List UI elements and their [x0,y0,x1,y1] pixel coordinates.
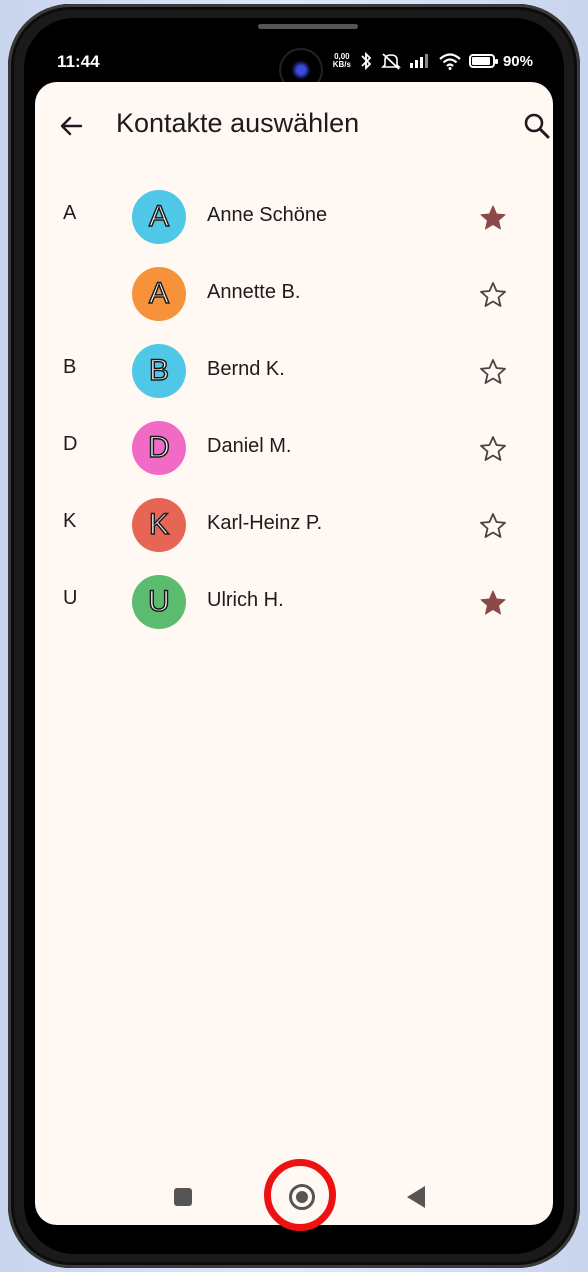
contact-avatar: A [132,267,186,321]
section-letter: D [63,433,78,455]
section-letter: B [63,356,77,378]
status-icons: 0,00 KB/s 90% [333,52,533,70]
contact-name: Daniel M. [207,435,292,457]
contact-avatar: D [132,421,186,475]
battery-icon [468,54,498,68]
section-letter: K [63,510,77,532]
contact-avatar: B [132,344,186,398]
page-title: Kontakte auswählen [116,108,360,138]
app-bar: Kontakte auswählen [35,82,553,170]
battery-percent: 90% [502,52,533,70]
back-arrow-icon[interactable] [55,110,87,142]
wifi-icon [439,52,461,70]
contact-row[interactable]: B B Bernd K. [35,332,553,409]
star-outline-icon[interactable] [478,357,508,387]
status-bar: 11:44 0,00 KB/s 90% [35,40,553,90]
contact-name: Anne Schöne [207,204,328,226]
recent-apps-button[interactable] [174,1188,192,1206]
home-button-highlight-ring [264,1159,336,1231]
speaker-grille [258,24,358,29]
star-outline-icon[interactable] [478,434,508,464]
signal-icon [409,54,428,68]
contact-name: Karl-Heinz P. [207,512,323,534]
search-icon[interactable] [521,110,553,142]
back-button[interactable] [407,1186,425,1208]
contact-avatar: K [132,498,186,552]
contact-name: Annette B. [207,281,301,303]
contact-list: A A Anne Schöne A Annette B. B B Bernd K. D D Dani… [35,178,553,640]
contact-row[interactable]: A A Anne Schöne [35,178,553,255]
bluetooth-icon [361,52,372,70]
contact-row[interactable]: K K Karl-Heinz P. [35,486,553,563]
mute-alarm-icon [381,53,401,70]
contact-name: Ulrich H. [207,589,284,611]
net-speed: 0,00 KB/s [332,52,351,69]
contact-avatar: A [132,190,186,244]
screen: Kontakte auswählen A A Anne Schöne A Annette… [35,82,553,1225]
star-outline-icon[interactable] [478,280,508,310]
star-outline-icon[interactable] [478,511,508,541]
contact-row[interactable]: U U Ulrich H. [35,563,553,640]
star-filled-icon[interactable] [478,588,508,618]
star-filled-icon[interactable] [478,203,508,233]
contact-avatar: U [132,575,186,629]
section-letter: U [63,587,78,609]
contact-row[interactable]: D D Daniel M. [35,409,553,486]
status-time: 11:44 [57,52,100,71]
section-letter: A [63,202,77,224]
contact-row[interactable]: A Annette B. [35,255,553,332]
contact-name: Bernd K. [207,358,285,380]
